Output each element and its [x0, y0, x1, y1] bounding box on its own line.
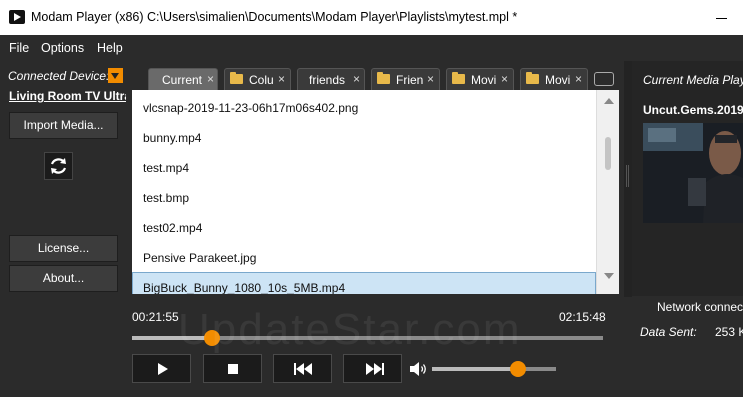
- skip-next-icon: [366, 363, 384, 375]
- play-icon: [158, 363, 168, 375]
- stop-button[interactable]: [203, 354, 262, 383]
- volume-slider-fill: [432, 367, 518, 371]
- watermark: UpdateStar.com: [178, 305, 522, 354]
- previous-button[interactable]: [273, 354, 332, 383]
- thumbnail-image: [643, 123, 743, 223]
- folder-icon: [377, 72, 390, 84]
- left-panel: Connected Device: Living Room TV Ultra I…: [0, 61, 126, 397]
- list-item[interactable]: test.bmp: [132, 183, 596, 213]
- list-item[interactable]: vlcsnap-2019-11-23-06h17m06s402.png: [132, 93, 596, 123]
- tab-movi-2[interactable]: Movi ×: [520, 68, 588, 90]
- total-duration: 02:15:48: [559, 310, 606, 324]
- tab-close-icon[interactable]: ×: [501, 72, 508, 86]
- connected-device-label: Connected Device:: [8, 69, 110, 83]
- speaker-icon[interactable]: [410, 362, 428, 376]
- stop-icon: [228, 364, 238, 374]
- list-scrollbar[interactable]: [596, 90, 619, 294]
- folder-icon: [230, 72, 243, 84]
- tab-movi-1[interactable]: Movi ×: [446, 68, 514, 90]
- app-logo-icon: [9, 10, 25, 24]
- tab-label: Frien: [396, 73, 424, 87]
- network-status: Network connec: [657, 300, 743, 314]
- seek-bar[interactable]: [132, 330, 603, 346]
- tab-close-icon[interactable]: ×: [353, 72, 360, 86]
- list-item[interactable]: test.mp4: [132, 153, 596, 183]
- scroll-up-icon[interactable]: [604, 98, 614, 104]
- data-sent-label: Data Sent:: [640, 325, 697, 339]
- tab-label: Colu: [249, 73, 274, 87]
- list-item[interactable]: Pensive Parakeet.jpg: [132, 243, 596, 273]
- tab-close-icon[interactable]: ×: [207, 72, 214, 86]
- playlist-file-list[interactable]: vlcsnap-2019-11-23-06h17m06s402.png bunn…: [132, 90, 596, 294]
- volume-handle[interactable]: [509, 361, 526, 377]
- play-button[interactable]: [132, 354, 191, 383]
- tab-close-icon[interactable]: ×: [575, 72, 582, 86]
- tab-friends[interactable]: friends ×: [297, 68, 365, 90]
- list-item-selected[interactable]: BigBuck_Bunny_1080_10s_5MB.mp4: [132, 272, 596, 294]
- minimize-button[interactable]: [712, 2, 743, 32]
- menu-help[interactable]: Help: [97, 41, 123, 55]
- refresh-icon: [50, 158, 67, 174]
- license-button[interactable]: License...: [9, 235, 118, 262]
- tab-label: Movi: [471, 73, 497, 87]
- folder-icon: [526, 72, 539, 84]
- current-media-title: Current Media Play: [643, 73, 743, 87]
- panel-splitter[interactable]: [624, 61, 632, 297]
- right-panel: Current Media Play Uncut.Gems.2019.7 Net…: [632, 61, 743, 397]
- scroll-down-icon[interactable]: [604, 273, 614, 279]
- folder-icon: [452, 72, 465, 84]
- media-thumbnail: [643, 123, 743, 223]
- splitter-grip-icon[interactable]: [626, 165, 629, 187]
- refresh-button[interactable]: [44, 152, 73, 180]
- device-dropdown-button[interactable]: [108, 68, 123, 83]
- device-name[interactable]: Living Room TV Ultra: [9, 89, 126, 103]
- menu-options[interactable]: Options: [41, 41, 84, 55]
- tab-close-icon[interactable]: ×: [278, 72, 285, 86]
- tab-label: Movi: [545, 73, 571, 87]
- skip-previous-icon: [294, 363, 312, 375]
- current-media-name: Uncut.Gems.2019.7: [643, 103, 743, 117]
- title-bar: Modam Player (x86) C:\Users\simalien\Doc…: [0, 0, 743, 35]
- tab-frien[interactable]: Frien ×: [371, 68, 440, 90]
- tab-current[interactable]: Current ×: [148, 68, 218, 90]
- playlist-tabs: Current × Colu × friends × Frien × Movi …: [144, 66, 620, 90]
- tab-label: friends: [309, 73, 346, 87]
- new-tab-button[interactable]: [594, 72, 614, 86]
- tab-colu[interactable]: Colu ×: [224, 68, 291, 90]
- data-sent-value: 253 K: [715, 325, 743, 339]
- current-media-panel: Current Media Play Uncut.Gems.2019.7: [632, 61, 743, 296]
- window-title: Modam Player (x86) C:\Users\simalien\Doc…: [31, 10, 518, 24]
- seek-handle[interactable]: [204, 330, 221, 346]
- list-item[interactable]: test02.mp4: [132, 213, 596, 243]
- menu-bar: File Options Help: [0, 35, 743, 61]
- import-media-button[interactable]: Import Media...: [9, 112, 118, 139]
- about-button[interactable]: About...: [9, 265, 118, 292]
- tab-label: Current: [162, 73, 203, 87]
- menu-file[interactable]: File: [9, 41, 29, 55]
- tab-close-icon[interactable]: ×: [427, 72, 434, 86]
- current-time: 00:21:55: [132, 310, 179, 324]
- list-item[interactable]: bunny.mp4: [132, 123, 596, 153]
- next-button[interactable]: [343, 354, 402, 383]
- volume-slider[interactable]: [432, 361, 556, 377]
- seek-bar-fill: [132, 336, 213, 340]
- scroll-thumb[interactable]: [605, 137, 611, 170]
